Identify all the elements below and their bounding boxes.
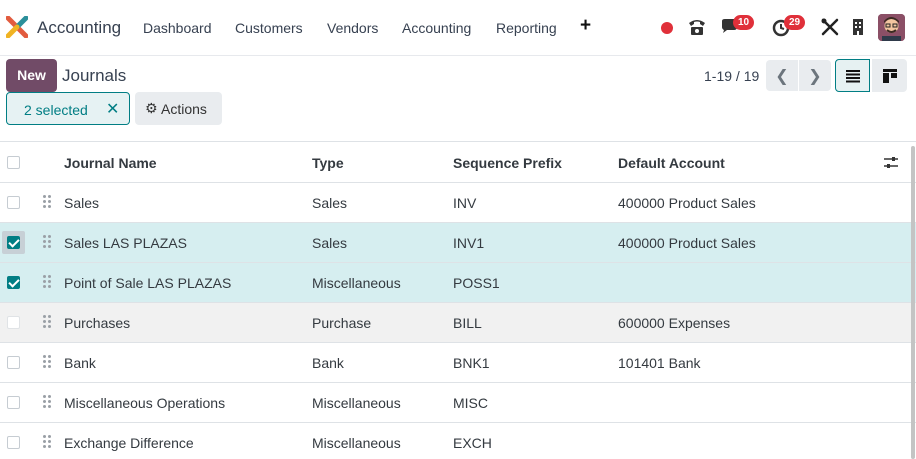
selected-count: 2 selected: [24, 102, 88, 118]
cell-journal-name: Miscellaneous Operations: [64, 395, 226, 411]
cell-type: Sales: [312, 235, 348, 251]
table-row[interactable]: Sales Sales INV 400000 Product Sales: [0, 183, 916, 223]
menu-accounting[interactable]: Accounting: [402, 20, 471, 36]
cell-sequence-prefix: BILL: [453, 315, 482, 331]
app-name[interactable]: Accounting: [37, 18, 121, 38]
menu-reporting[interactable]: Reporting: [496, 20, 557, 36]
cell-type: Miscellaneous: [312, 275, 401, 291]
cell-sequence-prefix: EXCH: [453, 435, 492, 451]
company-building-icon[interactable]: [847, 16, 869, 38]
row-checkbox[interactable]: [7, 316, 20, 329]
column-type[interactable]: Type: [312, 155, 344, 171]
cell-default-account: 400000 Product Sales: [618, 195, 756, 211]
cell-default-account: 400000 Product Sales: [618, 235, 756, 251]
accounting-app-icon[interactable]: [6, 16, 28, 38]
cell-default-account: 600000 Expenses: [618, 315, 731, 331]
cell-type: Purchase: [312, 315, 372, 331]
vertical-scrollbar[interactable]: [911, 146, 915, 459]
drag-handle-icon[interactable]: [43, 315, 51, 329]
cell-default-account: 101401 Bank: [618, 355, 701, 371]
cell-journal-name: Sales LAS PLAZAS: [64, 235, 187, 251]
tools-icon[interactable]: [819, 16, 841, 38]
drag-handle-icon[interactable]: [43, 395, 51, 409]
cell-type: Sales: [312, 195, 348, 211]
row-checkbox[interactable]: [7, 276, 20, 289]
user-avatar[interactable]: [878, 14, 905, 41]
row-checkbox[interactable]: [7, 436, 20, 449]
menu-customers[interactable]: Customers: [235, 20, 303, 36]
row-checkbox[interactable]: [7, 236, 20, 249]
cell-type: Bank: [312, 355, 344, 371]
column-journal-name[interactable]: Journal Name: [64, 155, 157, 171]
cell-sequence-prefix: INV: [453, 195, 477, 211]
table-row[interactable]: Point of Sale LAS PLAZAS Miscellaneous P…: [0, 263, 916, 303]
drag-handle-icon[interactable]: [43, 435, 51, 449]
column-default-account[interactable]: Default Account: [618, 155, 725, 171]
cell-type: Miscellaneous: [312, 395, 401, 411]
table-row[interactable]: Bank Bank BNK1 101401 Bank: [0, 343, 916, 383]
pager-next-button[interactable]: ❯: [799, 60, 831, 91]
drag-handle-icon[interactable]: [43, 195, 51, 209]
new-button[interactable]: New: [6, 59, 57, 92]
table-row[interactable]: Sales LAS PLAZAS Sales INV1 400000 Produ…: [0, 223, 916, 263]
table-row[interactable]: Purchases Purchase BILL 600000 Expenses: [0, 303, 916, 343]
menu-dashboard[interactable]: Dashboard: [143, 20, 212, 36]
kanban-view-button[interactable]: [872, 59, 907, 92]
table-header: Journal Name Type Sequence Prefix Defaul…: [0, 141, 916, 183]
actions-button[interactable]: ⚙ Actions: [135, 92, 222, 125]
messages-count-badge: 10: [733, 15, 755, 30]
optional-columns-sliders-icon[interactable]: [883, 155, 899, 171]
close-icon[interactable]: ✕: [106, 99, 119, 119]
kanban-view-icon: [882, 68, 897, 83]
top-navbar: Accounting Dashboard Customers Vendors A…: [0, 0, 916, 56]
actions-label: Actions: [161, 101, 207, 117]
row-checkbox[interactable]: [7, 396, 20, 409]
page-title: Journals: [62, 66, 127, 85]
cell-sequence-prefix: INV1: [453, 235, 485, 251]
table-row[interactable]: Exchange Difference Miscellaneous EXCH: [0, 423, 916, 459]
pager-value[interactable]: 1-19 / 19: [704, 68, 759, 84]
drag-handle-icon[interactable]: [43, 275, 51, 289]
cell-journal-name: Purchases: [64, 315, 131, 331]
list-view-button[interactable]: [835, 59, 870, 92]
chevron-left-icon: ❮: [775, 67, 789, 85]
cell-sequence-prefix: BNK1: [453, 355, 490, 371]
cell-sequence-prefix: POSS1: [453, 275, 500, 291]
cell-journal-name: Sales: [64, 195, 100, 211]
cell-journal-name: Bank: [64, 355, 96, 371]
journals-table: Journal Name Type Sequence Prefix Defaul…: [0, 141, 916, 459]
row-checkbox[interactable]: [7, 356, 20, 369]
phone-icon[interactable]: [686, 16, 708, 38]
selection-chip[interactable]: 2 selected ✕: [6, 92, 130, 125]
cell-type: Miscellaneous: [312, 435, 401, 451]
chevron-right-icon: ❯: [808, 67, 822, 85]
column-sequence-prefix[interactable]: Sequence Prefix: [453, 155, 562, 171]
status-indicator-dot[interactable]: [661, 22, 673, 34]
row-checkbox[interactable]: [7, 196, 20, 209]
list-view-icon: [845, 69, 860, 82]
drag-handle-icon[interactable]: [43, 235, 51, 249]
drag-handle-icon[interactable]: [43, 355, 51, 369]
add-menu-plus-icon[interactable]: +: [580, 15, 591, 37]
cell-sequence-prefix: MISC: [453, 395, 488, 411]
gear-icon: ⚙: [145, 100, 158, 116]
cell-journal-name: Exchange Difference: [64, 435, 194, 451]
table-row[interactable]: Miscellaneous Operations Miscellaneous M…: [0, 383, 916, 423]
pager-previous-button[interactable]: ❮: [766, 60, 798, 91]
cell-journal-name: Point of Sale LAS PLAZAS: [64, 275, 232, 291]
select-all-checkbox[interactable]: [7, 156, 20, 169]
menu-vendors[interactable]: Vendors: [327, 20, 378, 36]
activities-count-badge: 29: [784, 15, 806, 30]
